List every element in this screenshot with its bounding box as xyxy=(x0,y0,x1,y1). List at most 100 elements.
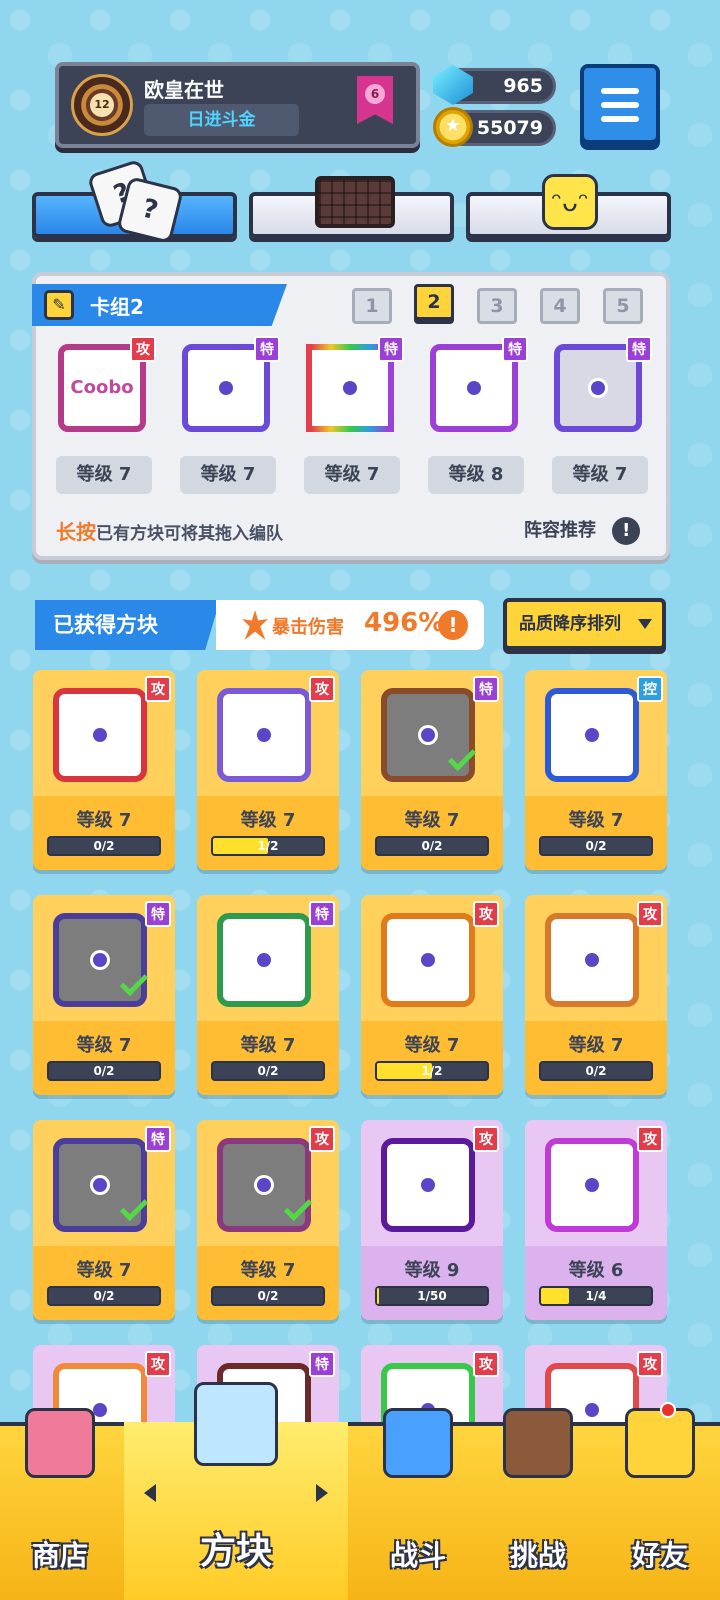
chevron-down-icon xyxy=(638,619,652,629)
card-level: 等级 7 xyxy=(76,810,132,831)
progress-text: 1/2 xyxy=(421,1064,443,1078)
card-level: 等级 6 xyxy=(568,1260,624,1281)
shop-stall-icon xyxy=(25,1408,95,1478)
card-level: 等级 7 xyxy=(240,810,296,831)
pip-icon xyxy=(93,728,107,742)
nav-blocks[interactable]: 方块 xyxy=(124,1382,348,1600)
vip-level: 6 xyxy=(365,84,385,104)
progress-text: 0/2 xyxy=(93,1064,115,1078)
deck-page-4[interactable]: 4 xyxy=(540,288,580,324)
upgrade-progress-bar: 1/50 xyxy=(375,1286,489,1306)
deck-card[interactable]: 特 xyxy=(174,336,282,432)
menu-bar-icon xyxy=(601,88,639,94)
owned-card[interactable]: 特等级 7 0/2 xyxy=(197,895,339,1095)
owned-card[interactable]: 特等级 7 0/2 xyxy=(33,1120,175,1320)
deck-card-level: 等级 7 xyxy=(552,456,648,494)
deck-title-bar[interactable]: ✎ 卡组2 xyxy=(32,284,287,326)
deck-page-3[interactable]: 3 xyxy=(477,288,517,324)
tab-faces[interactable]: ᵔᴗᵔ xyxy=(466,174,671,238)
card-frame xyxy=(381,1138,475,1232)
player-profile-panel[interactable]: 12 欧皇在世 日进斗金 6 xyxy=(55,62,420,148)
menu-bar-icon xyxy=(601,116,639,122)
pip-icon xyxy=(421,728,435,742)
special-tag: 特 xyxy=(502,336,528,362)
mystery-block-icon xyxy=(194,1382,278,1466)
upgrade-progress-bar: 0/2 xyxy=(47,1286,161,1306)
upgrade-progress-bar: 0/2 xyxy=(47,836,161,856)
crit-damage-value: 496% xyxy=(364,608,445,638)
progress-text: 0/2 xyxy=(585,839,607,853)
deck-card-level: 等级 7 xyxy=(180,456,276,494)
deck-page-1[interactable]: 1 xyxy=(352,288,392,324)
sword-shield-icon xyxy=(383,1408,453,1478)
owned-card[interactable]: 特等级 7 0/2 xyxy=(361,670,503,870)
card-type-tag: 攻 xyxy=(309,1126,335,1152)
tab-dice[interactable]: ? ? xyxy=(32,158,237,244)
owned-card[interactable]: 攻等级 7 1/2 xyxy=(361,895,503,1095)
owned-card[interactable]: 攻等级 9 1/50 xyxy=(361,1120,503,1320)
deck-page-5[interactable]: 5 xyxy=(603,288,643,324)
owned-card[interactable]: 攻等级 7 1/2 xyxy=(197,670,339,870)
lineup-recommend-button[interactable]: 阵容推荐 ! xyxy=(524,516,641,545)
nav-challenge[interactable]: 挑战 xyxy=(480,1408,596,1600)
owned-card[interactable]: 攻等级 6 1/4 xyxy=(525,1120,667,1320)
tab-board[interactable] xyxy=(249,176,454,238)
deck-hint-text: 已有方块可将其拖入编队 xyxy=(96,524,283,544)
edit-pencil-icon[interactable]: ✎ xyxy=(44,290,74,320)
player-title: 日进斗金 xyxy=(144,104,299,136)
deck-card[interactable]: Coobo 攻 xyxy=(50,336,158,432)
sort-dropdown[interactable]: 品质降序排列 xyxy=(503,598,666,650)
deck-card[interactable]: 特 xyxy=(546,336,654,432)
card-level: 等级 9 xyxy=(404,1260,460,1281)
deck-card-level: 等级 8 xyxy=(428,456,524,494)
gem-counter[interactable]: 965 xyxy=(433,65,556,105)
card-type-tag: 特 xyxy=(309,901,335,927)
burst-icon xyxy=(242,610,268,640)
pip-icon xyxy=(421,1178,435,1192)
upgrade-progress-bar: 0/2 xyxy=(375,836,489,856)
owned-card[interactable]: 攻等级 7 0/2 xyxy=(525,895,667,1095)
arrow-right-icon xyxy=(316,1484,328,1502)
smiley-block-icon: ᵔᴗᵔ xyxy=(542,174,598,230)
deck-page-2[interactable]: 2 xyxy=(414,284,454,320)
card-type-tag: 特 xyxy=(145,1126,171,1152)
gem-icon xyxy=(433,65,473,105)
info-icon[interactable]: ! xyxy=(612,517,641,545)
upgrade-progress-bar: 0/2 xyxy=(539,836,653,856)
upgrade-progress-bar: 1/2 xyxy=(211,836,325,856)
pip-icon xyxy=(585,1178,599,1192)
owned-card[interactable]: 控等级 7 0/2 xyxy=(525,670,667,870)
card-level: 等级 7 xyxy=(76,1035,132,1056)
card-level: 等级 7 xyxy=(76,1260,132,1281)
deck-panel: ✎ 卡组2 1 2 3 4 5 Coobo 攻 特 特 特 特 等级 7 等级 … xyxy=(32,272,670,560)
grid-board-icon xyxy=(315,176,395,228)
deck-title: 卡组2 xyxy=(90,295,144,319)
nav-friends[interactable]: 好友 xyxy=(600,1402,720,1600)
card-type-tag: 攻 xyxy=(145,676,171,702)
deck-card-level: 等级 7 xyxy=(304,456,400,494)
card-level: 等级 7 xyxy=(404,1035,460,1056)
crit-damage-label: 暴击伤害 xyxy=(272,617,344,638)
progress-text: 1/2 xyxy=(257,839,279,853)
deck-card[interactable]: 特 xyxy=(422,336,530,432)
challenge-board-icon xyxy=(503,1408,573,1478)
lineup-recommend-label: 阵容推荐 xyxy=(524,520,596,541)
nav-shop[interactable]: 商店 xyxy=(0,1408,120,1600)
owned-card[interactable]: 特等级 7 0/2 xyxy=(33,895,175,1095)
deck-hint-highlight: 长按 xyxy=(56,520,96,544)
crit-info-icon[interactable]: ! xyxy=(438,610,468,640)
owned-card[interactable]: 攻等级 7 0/2 xyxy=(33,670,175,870)
deck-card[interactable]: 特 xyxy=(298,336,406,432)
upgrade-progress-bar: 0/2 xyxy=(539,1061,653,1081)
progress-text: 0/2 xyxy=(421,839,443,853)
owned-card[interactable]: 攻等级 7 0/2 xyxy=(197,1120,339,1320)
pip-icon xyxy=(257,953,271,967)
card-type-tag: 攻 xyxy=(473,1351,499,1377)
card-type-tag: 攻 xyxy=(473,1126,499,1152)
menu-button[interactable] xyxy=(580,64,660,144)
card-type-tag: 攻 xyxy=(145,1351,171,1377)
coin-counter[interactable]: ★ 55079 xyxy=(433,107,556,147)
progress-text: 0/2 xyxy=(257,1289,279,1303)
nav-battle[interactable]: 战斗 xyxy=(360,1408,476,1600)
pip-icon xyxy=(257,1178,271,1192)
